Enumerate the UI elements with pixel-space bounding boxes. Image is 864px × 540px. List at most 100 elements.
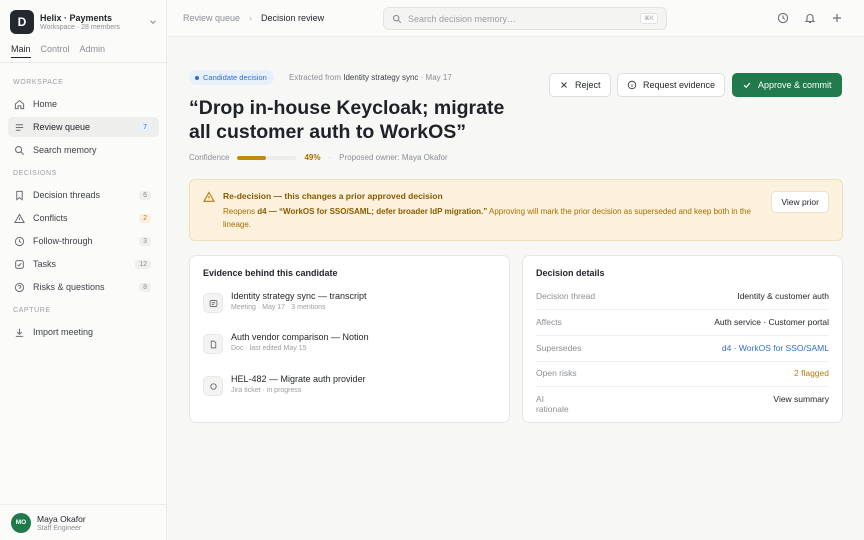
detail-row-supersedes: Supersedes d4 · WorkOS for SSO/SAML (536, 336, 829, 362)
request-evidence-label: Request evidence (643, 80, 716, 90)
list-icon (15, 123, 24, 131)
transcript-icon (203, 293, 223, 313)
topbar: Review queue › Decision review ⌘K (168, 0, 864, 37)
search-box[interactable]: ⌘K (383, 7, 667, 30)
download-icon (15, 328, 24, 337)
sidebar-item-risks-questions[interactable]: Risks & questions 8 (8, 277, 159, 297)
evidence-title: Auth vendor comparison — Notion (231, 332, 369, 342)
search-icon (15, 145, 25, 155)
history-icon[interactable] (777, 12, 789, 24)
evidence-title: Identity strategy sync — transcript (231, 291, 367, 301)
open-risks-link[interactable]: 2 flagged (794, 368, 829, 378)
sidebar-item-conflicts[interactable]: Conflicts 2 (8, 208, 159, 228)
detail-key: Supersedes (536, 343, 582, 353)
warning-icon (203, 191, 215, 202)
sidebar-item-import-meeting[interactable]: Import meeting (8, 322, 159, 342)
sidebar-item-follow-through[interactable]: Follow-through 3 (8, 231, 159, 251)
count-badge: 3 (139, 236, 151, 246)
sidebar-item-home[interactable]: Home (8, 94, 159, 114)
status-dot (195, 75, 199, 80)
reject-button[interactable]: Reject (549, 73, 611, 97)
section-label-capture: CAPTURE (13, 307, 51, 314)
detail-row-thread: Decision thread Identity & customer auth (536, 284, 829, 310)
list-item[interactable]: Identity strategy sync — transcript Meet… (203, 291, 367, 313)
detail-key: Open risks (536, 368, 577, 378)
confidence-row: Confidence 49% · Proposed owner: Maya Ok… (189, 153, 448, 162)
prior-decision-ref: d4 — “WorkOS for SSO/SAML; defer broader… (257, 207, 488, 216)
warning-prefix: Reopens (223, 207, 256, 216)
count-badge: 2 (139, 213, 151, 223)
info-icon (627, 80, 637, 90)
detail-row-affects: Affects Auth service · Customer portal (536, 310, 829, 336)
supersedes-link[interactable]: d4 · WorkOS for SSO/SAML (722, 343, 829, 353)
home-icon (14, 99, 25, 109)
sidebar-item-review-queue[interactable]: Review queue 7 (8, 117, 159, 137)
detail-key: Affects (536, 317, 562, 327)
re-decision-warning: Re-decision — this changes a prior appro… (189, 179, 843, 241)
detail-value: Auth service · Customer portal (714, 317, 829, 327)
sidebar-item-label: Search memory (33, 145, 97, 155)
sidebar-item-label: Import meeting (33, 327, 94, 337)
card-title: Evidence behind this candidate (203, 268, 338, 278)
extracted-date: · May 17 (420, 73, 452, 82)
detail-key: Decision thread (536, 291, 596, 301)
tab-admin[interactable]: Admin (80, 44, 106, 58)
sidebar-item-label: Conflicts (33, 213, 68, 223)
sidebar-item-decision-threads[interactable]: Decision threads 6 (8, 185, 159, 205)
list-item[interactable]: HEL-482 — Migrate auth provider Jira tic… (203, 374, 366, 396)
warning-body: Reopens d4 — “WorkOS for SSO/SAML; defer… (223, 206, 763, 231)
help-circle-icon (14, 282, 25, 292)
search-input[interactable] (408, 13, 640, 24)
bell-icon[interactable] (804, 12, 816, 24)
warning-icon (14, 212, 25, 223)
approve-commit-label: Approve & commit (758, 80, 832, 90)
approve-commit-button[interactable]: Approve & commit (732, 73, 842, 97)
sidebar-item-label: Home (33, 99, 58, 109)
extracted-prefix: Extracted from (289, 73, 342, 82)
request-evidence-button[interactable]: Request evidence (617, 73, 726, 97)
evidence-card: Evidence behind this candidate Identity … (189, 255, 510, 423)
section-label-decisions: DECISIONS (13, 170, 57, 177)
confidence-fill (237, 155, 267, 160)
section-label-workspace: WORKSPACE (13, 79, 64, 86)
reject-label: Reject (575, 80, 601, 90)
extracted-from: Extracted from Identity strategy sync · … (289, 73, 452, 82)
page-title: “Drop in-house Keycloak; migrate all cus… (189, 97, 505, 143)
bookmark-icon (16, 190, 23, 201)
close-icon (561, 82, 567, 88)
count-badge: 12 (135, 259, 151, 269)
sidebar-item-tasks[interactable]: Tasks 12 (8, 254, 159, 274)
confidence-label: Confidence (189, 153, 230, 162)
user-name: Maya Okafor (37, 513, 86, 524)
confidence-bar (237, 155, 297, 160)
view-prior-button[interactable]: View prior (771, 191, 829, 213)
breadcrumb: Review queue › Decision review (183, 13, 324, 23)
check-icon (743, 82, 751, 89)
proposed-owner: Proposed owner: Maya Okafor (339, 153, 448, 162)
evidence-title: HEL-482 — Migrate auth provider (231, 374, 366, 384)
document-icon (203, 334, 223, 354)
list-item[interactable]: Auth vendor comparison — Notion Doc · la… (203, 332, 369, 354)
chevron-down-icon[interactable] (148, 17, 158, 27)
plus-icon[interactable] (831, 12, 843, 24)
breadcrumb-current: Decision review (261, 13, 325, 23)
user-profile[interactable]: MO Maya Okafor Staff Engineer (0, 504, 166, 540)
sidebar-item-label: Review queue (33, 122, 91, 132)
sidebar-item-search-memory[interactable]: Search memory (8, 140, 159, 160)
count-badge: 8 (139, 282, 151, 292)
workspace-switcher[interactable]: D Helix · Payments Workspace · 28 member… (10, 9, 158, 35)
extracted-source-link[interactable]: Identity strategy sync (343, 73, 418, 82)
status-badge-label: Candidate decision (203, 73, 267, 82)
decision-details-card: Decision details Decision thread Identit… (522, 255, 843, 423)
card-title: Decision details (536, 268, 605, 278)
sidebar-item-label: Follow-through (33, 236, 93, 246)
count-badge: 7 (139, 122, 151, 132)
detail-key: AI rationale (536, 394, 569, 414)
tab-control[interactable]: Control (41, 44, 70, 58)
breadcrumb-review-queue[interactable]: Review queue (183, 13, 240, 23)
confidence-value: 49% (304, 153, 321, 162)
warning-title: Re-decision — this changes a prior appro… (223, 191, 443, 201)
tab-main[interactable]: Main (11, 44, 31, 58)
avatar: MO (11, 512, 31, 533)
view-summary-link[interactable]: View summary (773, 394, 829, 404)
